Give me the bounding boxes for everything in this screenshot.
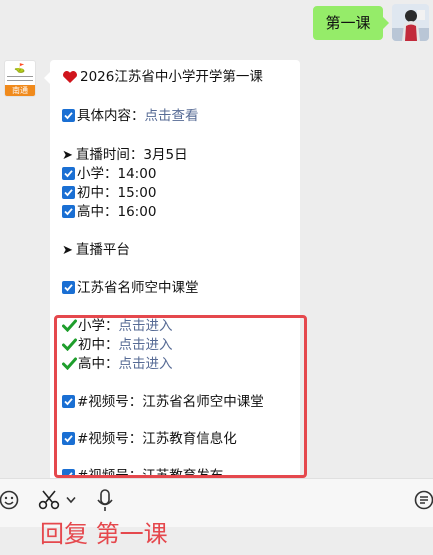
- outgoing-message-text: 第一课: [325, 14, 371, 32]
- checkbox-icon: [62, 186, 75, 199]
- junior-enter-link[interactable]: 点击进入: [119, 337, 173, 353]
- sender-avatar-label: 南通: [5, 85, 35, 96]
- channel-3: #视频号：江苏教育发布: [77, 468, 224, 478]
- platform-heading: 直播平台: [75, 242, 130, 258]
- junior-label: 初中：: [78, 337, 119, 353]
- platform-name: 江苏省名师空中课堂: [77, 280, 199, 296]
- user-avatar[interactable]: [392, 4, 429, 41]
- senior-label: 高中：: [78, 356, 119, 372]
- green-check-icon: [62, 319, 77, 332]
- message-icon[interactable]: [414, 489, 433, 511]
- senior-enter-link[interactable]: 点击进入: [119, 356, 173, 372]
- checkbox-icon: [62, 395, 75, 408]
- checkbox-icon: [62, 205, 75, 218]
- primary-label: 小学：: [78, 318, 119, 334]
- outgoing-message[interactable]: 第一课: [313, 6, 389, 40]
- junior-time: 初中：15:00: [77, 185, 157, 201]
- content-label: 具体内容：: [77, 108, 145, 124]
- primary-enter-link[interactable]: 点击进入: [119, 318, 173, 334]
- channel-1: #视频号：江苏省名师空中课堂: [77, 394, 264, 410]
- content-link[interactable]: 点击查看: [145, 108, 199, 124]
- chat-area: 第一课 ⛳ 南通 2026江苏省中小学开学第一课 具体内容：点击查看 ➤ 直播时间…: [0, 0, 433, 478]
- emoji-icon[interactable]: [0, 489, 20, 511]
- incoming-message[interactable]: 2026江苏省中小学开学第一课 具体内容：点击查看 ➤ 直播时间：3月5日 小学：…: [44, 60, 300, 478]
- green-check-icon: [62, 338, 77, 351]
- arrow-icon: ➤: [62, 243, 73, 258]
- reply-caption: 回复 第一课: [40, 520, 168, 548]
- message-title: 2026江苏省中小学开学第一课: [80, 69, 263, 85]
- heart-icon: [63, 71, 77, 83]
- checkbox-icon: [62, 281, 75, 294]
- chevron-down-icon[interactable]: [66, 496, 76, 504]
- checkbox-icon: [62, 109, 75, 122]
- senior-time: 高中：16:00: [77, 204, 157, 220]
- green-check-icon: [62, 357, 77, 370]
- checkbox-icon: [62, 432, 75, 445]
- user-avatar-image: [392, 4, 429, 41]
- primary-time: 小学：14:00: [77, 166, 157, 182]
- checkbox-icon: [62, 167, 75, 180]
- live-time: 直播时间：3月5日: [75, 147, 188, 163]
- scissors-icon[interactable]: [38, 489, 60, 511]
- sender-logo-icon: ⛳: [14, 64, 26, 74]
- arrow-icon: ➤: [62, 148, 73, 163]
- sender-avatar[interactable]: ⛳ 南通: [4, 60, 36, 97]
- channel-2: #视频号：江苏教育信息化: [77, 431, 237, 447]
- checkbox-icon: [62, 469, 75, 478]
- microphone-icon[interactable]: [96, 489, 114, 513]
